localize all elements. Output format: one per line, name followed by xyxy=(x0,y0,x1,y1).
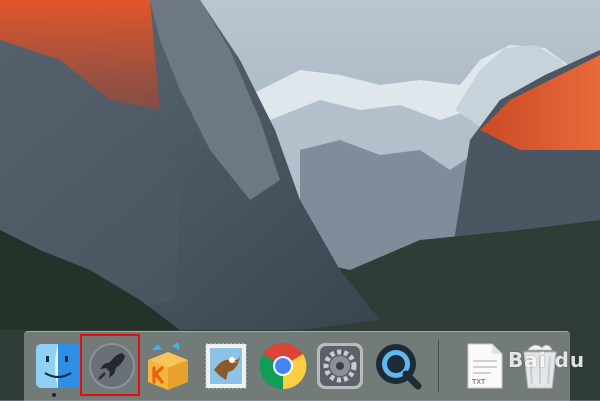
running-indicator xyxy=(52,393,56,397)
launchpad-highlight-box xyxy=(80,334,140,396)
dock-separator xyxy=(438,340,439,392)
dock-item-system-preferences[interactable] xyxy=(314,340,366,392)
quicktime-icon xyxy=(376,344,422,390)
eagle-stamp-icon xyxy=(205,343,247,389)
watermark: Bai du xyxy=(508,348,586,372)
k-box-icon xyxy=(148,342,188,390)
gear-icon xyxy=(317,343,363,389)
dock-item-finder[interactable] xyxy=(32,340,84,392)
dock-item-chrome[interactable] xyxy=(257,340,309,392)
chrome-icon xyxy=(259,343,307,390)
dock-item-quicktime[interactable] xyxy=(372,340,424,392)
dock-item-kuaibo[interactable] xyxy=(142,340,194,392)
file-type-label: TXT xyxy=(472,378,486,386)
dock: TXT xyxy=(24,331,570,401)
dock-item-mail[interactable] xyxy=(200,340,252,392)
finder-icon xyxy=(36,344,80,388)
